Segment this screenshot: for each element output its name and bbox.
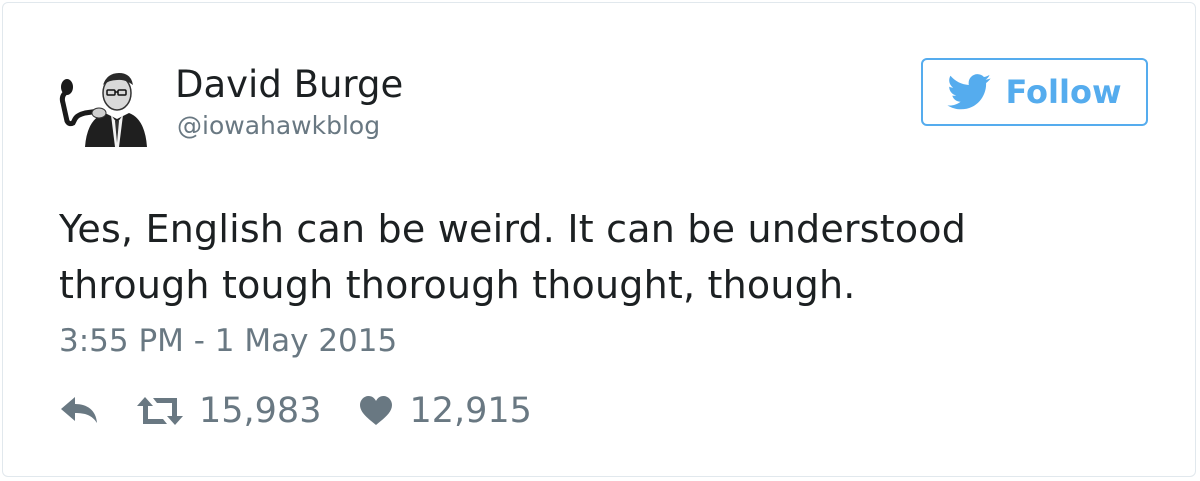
tweet-text-line-2: through tough thorough thought, though. — [59, 263, 856, 307]
reply-icon — [61, 397, 97, 423]
heart-icon — [360, 396, 393, 425]
tweet-text-line-1: Yes, English can be weird. It can be und… — [59, 207, 967, 251]
avatar[interactable] — [55, 63, 151, 147]
tweet-actions: 15,983 12,915 — [59, 387, 532, 435]
twitter-bird-icon — [947, 74, 992, 110]
avatar-image — [55, 63, 151, 147]
author-handle[interactable]: @iowahawkblog — [177, 111, 380, 141]
tweet-card: David Burge @iowahawkblog Follow Yes, En… — [2, 2, 1196, 477]
tweet-text: Yes, English can be weird. It can be und… — [59, 201, 1159, 313]
tweet-timestamp[interactable]: 3:55 PM - 1 May 2015 — [59, 321, 397, 361]
reply-button[interactable] — [59, 395, 99, 427]
follow-label: Follow — [1005, 73, 1122, 111]
like-count: 12,915 — [409, 391, 532, 431]
author-name[interactable]: David Burge — [175, 63, 403, 107]
like-button[interactable]: 12,915 — [359, 389, 532, 433]
retweet-button[interactable]: 15,983 — [137, 389, 321, 433]
retweet-icon — [137, 397, 183, 425]
retweet-count: 15,983 — [199, 391, 322, 431]
follow-button[interactable]: Follow — [921, 58, 1148, 126]
